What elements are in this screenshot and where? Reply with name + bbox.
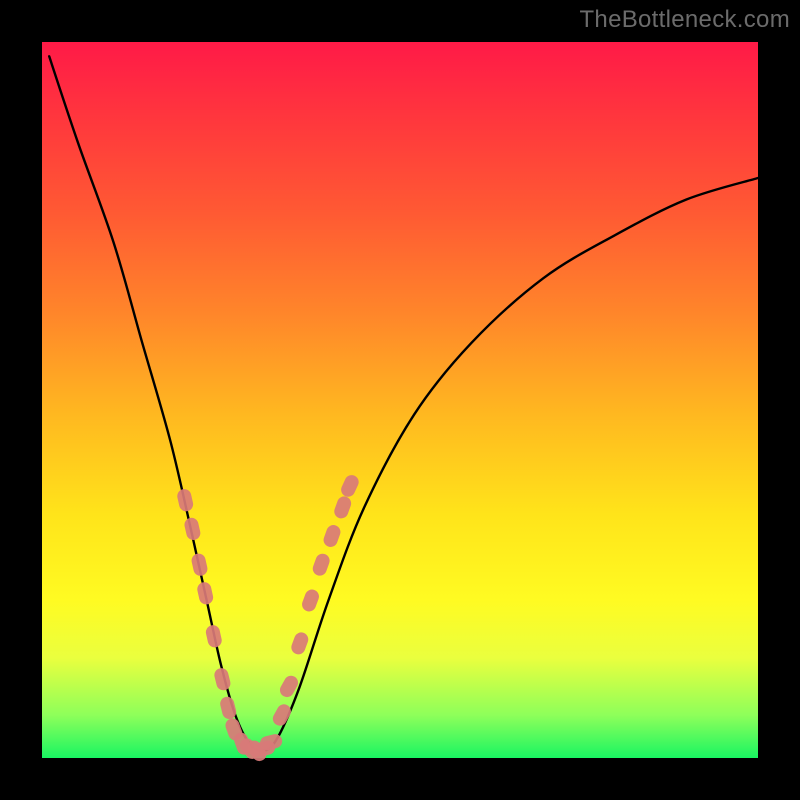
data-marker <box>205 624 224 649</box>
chart-frame: TheBottleneck.com <box>0 0 800 800</box>
data-marker <box>289 630 310 656</box>
data-marker <box>339 473 361 499</box>
data-marker <box>332 494 353 520</box>
data-marker <box>176 488 195 513</box>
data-marker <box>322 523 343 549</box>
plot-area <box>42 42 758 758</box>
data-marker <box>300 588 321 614</box>
data-marker <box>311 552 332 578</box>
bottleneck-curve-line <box>49 56 758 751</box>
data-marker <box>213 667 232 692</box>
watermark-text: TheBottleneck.com <box>579 6 790 34</box>
bottleneck-curve <box>49 56 758 751</box>
marker-group <box>176 473 361 764</box>
data-marker <box>270 702 293 728</box>
data-marker <box>196 581 215 606</box>
data-marker <box>183 516 202 541</box>
data-marker <box>190 552 209 577</box>
curve-svg <box>42 42 758 758</box>
